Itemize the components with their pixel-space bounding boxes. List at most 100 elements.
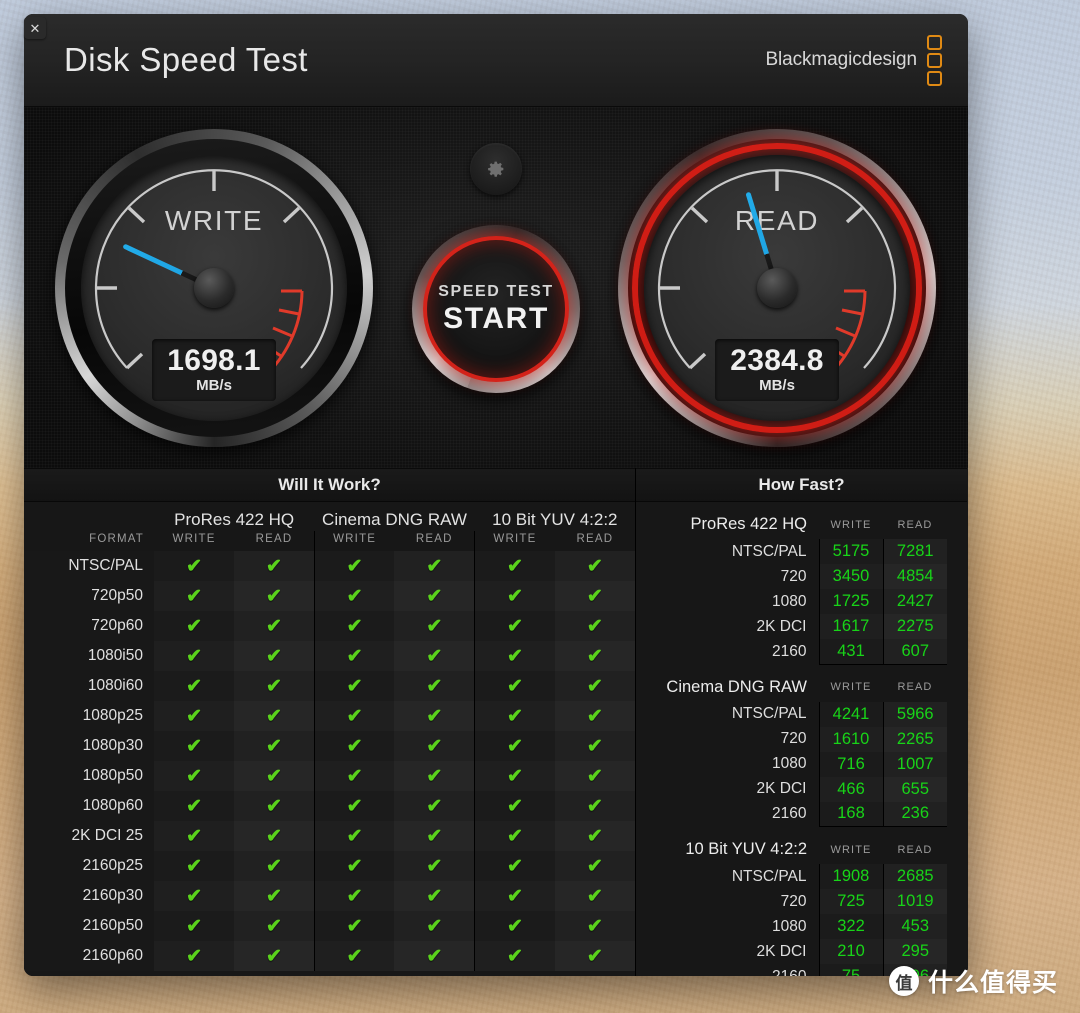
- check-icon: ✔: [313, 551, 395, 581]
- resolution-label: 2K DCI: [756, 780, 807, 797]
- table-row: 1080p60 ✔ ✔ ✔ ✔ ✔ ✔: [24, 791, 635, 821]
- check-icon: ✔: [234, 881, 315, 911]
- resolution-label: 2160: [772, 642, 807, 660]
- write-gauge-label: WRITE: [164, 205, 264, 236]
- group-header-dngraw: Cinema DNG RAW: [322, 510, 467, 529]
- read-gauge: READ 2384.8 MB/s: [618, 129, 936, 447]
- sub-header-write-g0: WRITE: [172, 533, 216, 545]
- write-speed-value: 466: [818, 776, 883, 802]
- table-row: 1080p30 ✔ ✔ ✔ ✔ ✔ ✔: [24, 731, 635, 761]
- check-icon: ✔: [554, 911, 635, 941]
- how-fast-header-row: Cinema DNG RAW WRITE READ: [656, 675, 947, 702]
- sub-header-write-g2: WRITE: [474, 531, 555, 551]
- format-label: 2160p25: [24, 851, 154, 881]
- resolution-label: NTSC/PAL: [731, 705, 807, 722]
- how-fast-header-row: ProRes 422 HQ WRITE READ: [656, 512, 947, 539]
- how-fast-groups: ProRes 422 HQ WRITE READ NTSC/PAL 5175 7281 72…: [636, 512, 967, 976]
- resolution-label: 720: [780, 892, 807, 910]
- write-speed-value: 1908: [818, 864, 883, 889]
- write-speed-value: 431: [818, 639, 883, 665]
- check-icon: ✔: [474, 911, 555, 941]
- read-speed-value: 5966: [882, 701, 947, 727]
- table-row: NTSC/PAL 4241 5966: [656, 701, 947, 727]
- read-speed-value: 607: [882, 639, 947, 665]
- check-icon: ✔: [154, 821, 235, 851]
- read-speed-value: 453: [882, 914, 947, 939]
- check-icon: ✔: [234, 671, 315, 701]
- how-fast-header-row: 10 Bit YUV 4:2:2 WRITE READ: [656, 837, 947, 864]
- write-gauge: WRITE 1698.1 MB/s: [55, 129, 373, 447]
- check-icon: ✔: [554, 641, 635, 671]
- sub-header-write-g1: WRITE: [313, 531, 395, 551]
- gear-icon: [488, 161, 504, 177]
- check-icon: ✔: [154, 551, 235, 581]
- check-icon: ✔: [234, 581, 315, 611]
- check-icon: ✔: [313, 581, 395, 611]
- write-speed-value: 75: [818, 964, 883, 976]
- check-icon: ✔: [234, 641, 315, 671]
- check-icon: ✔: [154, 881, 235, 911]
- write-speed-value: 168: [818, 801, 883, 827]
- table-row: 720p60 ✔ ✔ ✔ ✔ ✔ ✔: [24, 611, 635, 641]
- check-icon: ✔: [234, 821, 315, 851]
- table-row: 2K DCI 466 655: [656, 776, 947, 802]
- watermark-text: 什么值得买: [927, 969, 1058, 997]
- how-fast-table: ProRes 422 HQ WRITE READ NTSC/PAL 5175 7281 72…: [656, 512, 947, 665]
- table-row: 2K DCI 210 295: [656, 939, 947, 964]
- check-icon: ✔: [234, 851, 315, 881]
- write-gauge-face: WRITE 1698.1 MB/s: [81, 155, 347, 421]
- check-icon: ✔: [554, 611, 635, 641]
- table-row: NTSC/PAL 1908 2685: [656, 864, 947, 889]
- write-gauge-hub: [194, 268, 234, 308]
- format-label: 720p50: [24, 581, 154, 611]
- check-icon: ✔: [154, 791, 235, 821]
- check-icon: ✔: [154, 911, 235, 941]
- how-fast-table: Cinema DNG RAW WRITE READ NTSC/PAL 4241 5966 7…: [656, 675, 947, 827]
- check-icon: ✔: [554, 581, 635, 611]
- disk-speed-test-window: Disk Speed Test Blackmagicdesign WRITE 1…: [24, 14, 968, 976]
- read-speed-value: 295: [882, 939, 947, 964]
- resolution-label: 720: [780, 730, 807, 747]
- resolution-label: 720: [780, 567, 807, 585]
- how-fast-sub-header-write: WRITE: [830, 681, 872, 693]
- will-it-work-title: Will It Work?: [24, 468, 635, 502]
- table-row: 2K DCI 25 ✔ ✔ ✔ ✔ ✔ ✔: [24, 821, 635, 851]
- check-icon: ✔: [154, 641, 235, 671]
- how-fast-sub-header-write: WRITE: [830, 518, 872, 531]
- resolution-label: 2160: [772, 805, 807, 822]
- check-icon: ✔: [474, 881, 555, 911]
- format-label: 1080p60: [24, 791, 154, 821]
- gauges-area: WRITE 1698.1 MB/s SPEED TEST START READ …: [24, 106, 968, 468]
- format-label: 720p60: [24, 611, 154, 641]
- check-icon: ✔: [394, 551, 475, 581]
- settings-gear-button[interactable]: [470, 143, 522, 195]
- read-speed-value: 4854: [882, 564, 947, 589]
- table-row: 2160p30 ✔ ✔ ✔ ✔ ✔ ✔: [24, 881, 635, 911]
- table-row: 720 1610 2265: [656, 726, 947, 752]
- read-value: 2384.8: [730, 343, 824, 377]
- check-icon: ✔: [554, 731, 635, 761]
- read-speed-value: 2265: [882, 726, 947, 752]
- write-speed-value: 1610: [818, 726, 883, 752]
- check-icon: ✔: [474, 941, 555, 971]
- table-row: 1080p50 ✔ ✔ ✔ ✔ ✔ ✔: [24, 761, 635, 791]
- read-readout: 2384.8 MB/s: [715, 338, 839, 401]
- check-icon: ✔: [154, 671, 235, 701]
- check-icon: ✔: [474, 701, 555, 731]
- check-icon: ✔: [313, 671, 395, 701]
- how-fast-sub-header-read: READ: [897, 681, 933, 693]
- how-fast-sub-header-read: READ: [897, 843, 933, 856]
- table-row: NTSC/PAL 5175 7281: [656, 539, 947, 564]
- will-it-work-panel: Will It Work? ProRes 422 HQ Cinema DNG R…: [24, 468, 636, 976]
- check-icon: ✔: [554, 941, 635, 971]
- check-icon: ✔: [394, 911, 475, 941]
- how-fast-table: 10 Bit YUV 4:2:2 WRITE READ NTSC/PAL 1908 268…: [656, 837, 947, 976]
- write-speed-value: 1725: [818, 589, 883, 614]
- how-fast-group-name: 10 Bit YUV 4:2:2: [685, 840, 807, 858]
- close-window-button[interactable]: ✕: [24, 17, 46, 39]
- speed-test-start-button[interactable]: SPEED TEST START: [412, 225, 580, 393]
- format-label: 1080p25: [24, 701, 154, 731]
- table-row: 2160p25 ✔ ✔ ✔ ✔ ✔ ✔: [24, 851, 635, 881]
- check-icon: ✔: [474, 731, 555, 761]
- resolution-label: 1080: [772, 592, 807, 610]
